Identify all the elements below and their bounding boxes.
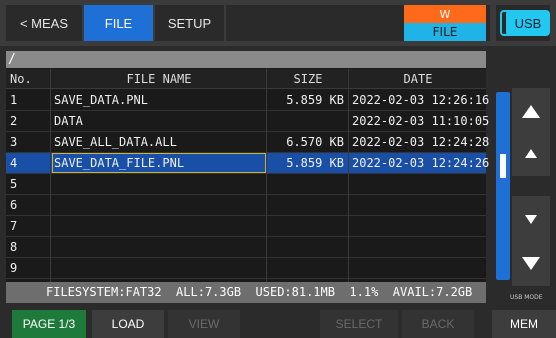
- load-button[interactable]: LOAD: [92, 310, 164, 338]
- row-size: [268, 216, 348, 236]
- row-date: 2022-02-03 12:26:16: [352, 93, 490, 107]
- up-arrow-icon: [525, 148, 537, 158]
- row-size: 5.859 KB: [286, 93, 344, 107]
- row-no: 2: [10, 114, 18, 128]
- row-no: 6: [10, 198, 18, 212]
- row-size: [268, 237, 348, 257]
- table-row[interactable]: 5: [6, 174, 486, 195]
- current-path: /: [6, 51, 486, 68]
- page-up-button[interactable]: [512, 88, 550, 134]
- status-badge-top: W: [404, 5, 486, 23]
- row-date: [350, 174, 486, 194]
- row-no: 8: [10, 240, 18, 254]
- row-size: [268, 174, 348, 194]
- table-row[interactable]: 2 DATA 2022-02-03 11:10:05: [6, 111, 490, 132]
- column-header-date: DATE: [403, 72, 433, 86]
- row-size: 6.570 KB: [286, 135, 344, 149]
- row-file-name: [52, 258, 266, 278]
- row-no: 3: [10, 135, 18, 149]
- column-divider: [266, 69, 267, 282]
- usb-mode-label: USB MODE: [510, 294, 543, 301]
- table-row[interactable]: 9: [6, 258, 486, 279]
- scroll-down-button[interactable]: [512, 196, 550, 242]
- row-no: 7: [10, 219, 18, 233]
- tab-setup[interactable]: SETUP: [155, 5, 224, 41]
- row-size: [268, 195, 348, 215]
- table-row[interactable]: 3 SAVE_ALL_DATA.ALL 6.570 KB 2022-02-03 12:…: [6, 132, 490, 153]
- page-down-button[interactable]: [512, 240, 550, 286]
- filesystem-status: FILESYSTEM:FAT32 ALL:7.3GB USED:81.1MB 1…: [6, 282, 486, 303]
- row-size: [268, 111, 348, 131]
- status-badge: W FILE: [404, 5, 486, 41]
- tab-meas[interactable]: < MEAS: [6, 5, 82, 41]
- row-file-name: SAVE_DATA.PNL: [54, 93, 148, 107]
- column-header-size: SIZE: [293, 72, 323, 86]
- row-file-name: SAVE_DATA_FILE.PNL: [52, 153, 266, 173]
- row-file-name: SAVE_ALL_DATA.ALL: [54, 135, 177, 149]
- back-button[interactable]: BACK: [402, 310, 474, 338]
- double-up-icon: [522, 104, 540, 118]
- scrollbar-thumb[interactable]: [500, 154, 506, 178]
- column-divider: [348, 69, 349, 282]
- mem-button[interactable]: MEM: [492, 310, 556, 338]
- row-date: 2022-02-03 11:10:05: [352, 114, 490, 128]
- row-size: [268, 258, 348, 278]
- scrollbar[interactable]: [496, 92, 510, 280]
- row-date: 2022-02-03 12:24:26: [352, 156, 490, 170]
- down-arrow-icon: [525, 214, 537, 224]
- double-down-icon: [522, 256, 540, 270]
- row-no: 1: [10, 93, 18, 107]
- table-row[interactable]: 4 SAVE_DATA_FILE.PNL 5.859 KB 2022-02-03 12…: [6, 153, 490, 174]
- table-row[interactable]: 1 SAVE_DATA.PNL 5.859 KB 2022-02-03 12:26:1…: [6, 90, 490, 111]
- row-file-name: [52, 195, 266, 215]
- table-row[interactable]: 6: [6, 195, 486, 216]
- page-button[interactable]: PAGE 1/3: [12, 310, 86, 338]
- tab-file[interactable]: FILE: [84, 5, 153, 41]
- row-no: 5: [10, 177, 18, 191]
- view-button[interactable]: VIEW: [168, 310, 240, 338]
- row-size: 5.859 KB: [286, 156, 344, 170]
- column-header-name: FILE NAME: [126, 72, 192, 86]
- file-table: / No. FILE NAME SIZE DATE 1 SAVE_DATA.PNL…: [6, 51, 490, 282]
- scroll-up-button[interactable]: [512, 130, 550, 176]
- row-date: [350, 195, 486, 215]
- table-header: No. FILE NAME SIZE DATE: [6, 69, 486, 89]
- status-badge-mode: FILE: [404, 23, 486, 41]
- row-date: [350, 237, 486, 257]
- row-no: 9: [10, 261, 18, 275]
- table-row[interactable]: 8: [6, 237, 486, 258]
- usb-button[interactable]: USB: [506, 10, 550, 36]
- row-file-name: [52, 237, 266, 257]
- row-file-name: DATA: [54, 114, 83, 128]
- row-date: 2022-02-03 12:24:28: [352, 135, 490, 149]
- row-no: 4: [10, 156, 18, 170]
- select-button[interactable]: SELECT: [320, 310, 398, 338]
- table-row[interactable]: 7: [6, 216, 486, 237]
- row-file-name: [52, 174, 266, 194]
- row-file-name: [52, 216, 266, 236]
- row-date: [350, 216, 486, 236]
- column-header-no: No.: [10, 72, 32, 86]
- row-date: [350, 258, 486, 278]
- column-divider: [50, 69, 51, 282]
